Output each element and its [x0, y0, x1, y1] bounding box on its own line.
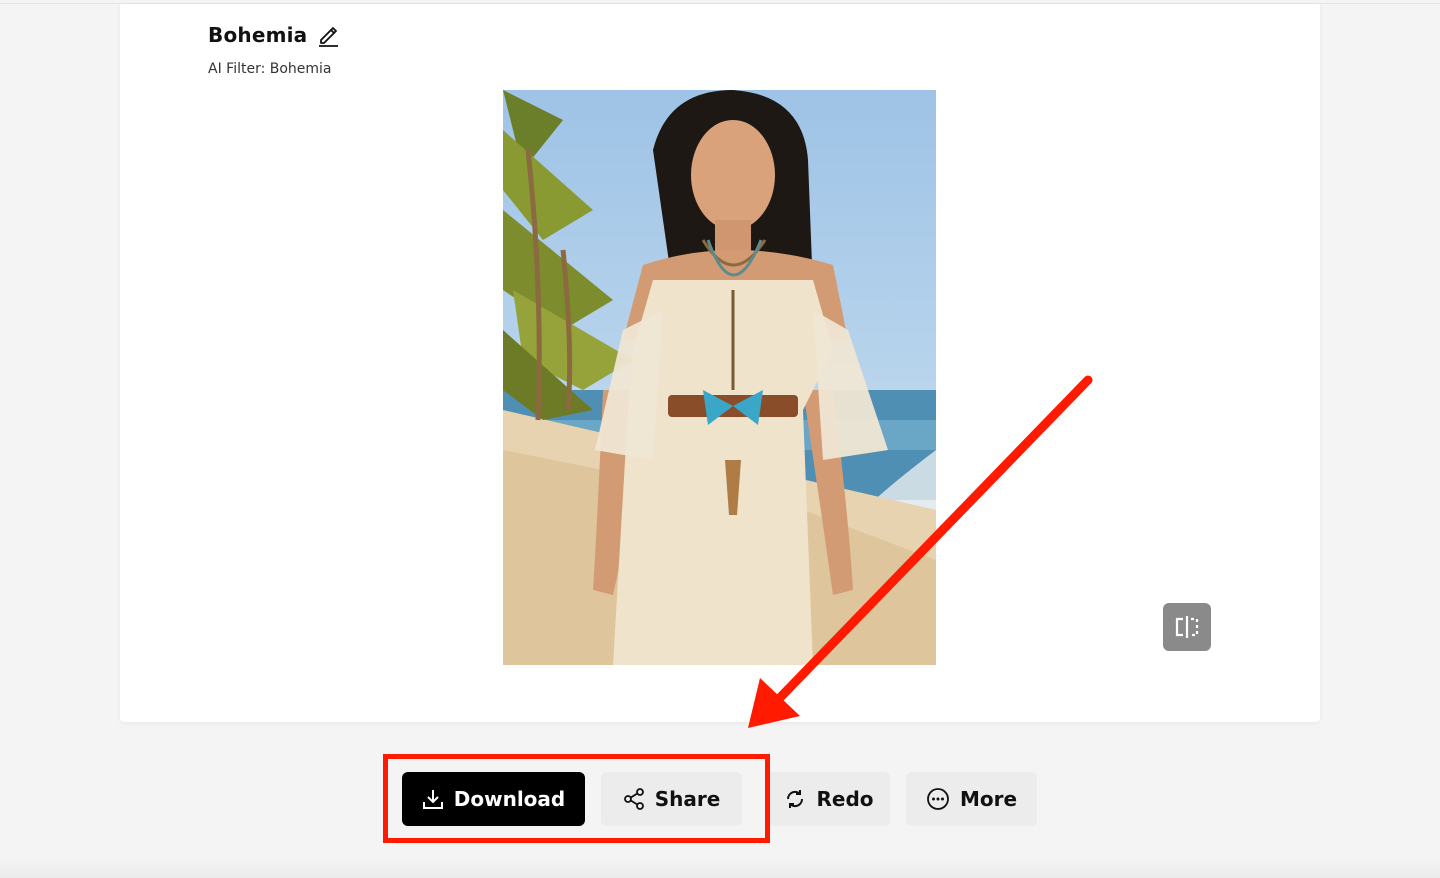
compare-button[interactable] [1163, 603, 1211, 651]
redo-label: Redo [816, 787, 874, 811]
redo-button[interactable]: Redo [768, 772, 890, 826]
pencil-icon[interactable] [317, 23, 339, 47]
page-title: Bohemia [208, 23, 308, 47]
filter-subtitle: AI Filter: Bohemia [208, 61, 332, 77]
more-dots-icon [927, 788, 949, 810]
redo-icon [787, 790, 804, 808]
title-row: Bohemia [208, 23, 339, 47]
bottom-shadow [0, 858, 1440, 878]
compare-split-icon [1175, 616, 1199, 638]
result-card: Bohemia AI Filter: Bohemia [120, 4, 1320, 722]
annotation-highlight-box [383, 754, 770, 843]
more-button[interactable]: More [906, 772, 1037, 826]
generated-photo [503, 90, 936, 665]
more-label: More [959, 787, 1018, 811]
